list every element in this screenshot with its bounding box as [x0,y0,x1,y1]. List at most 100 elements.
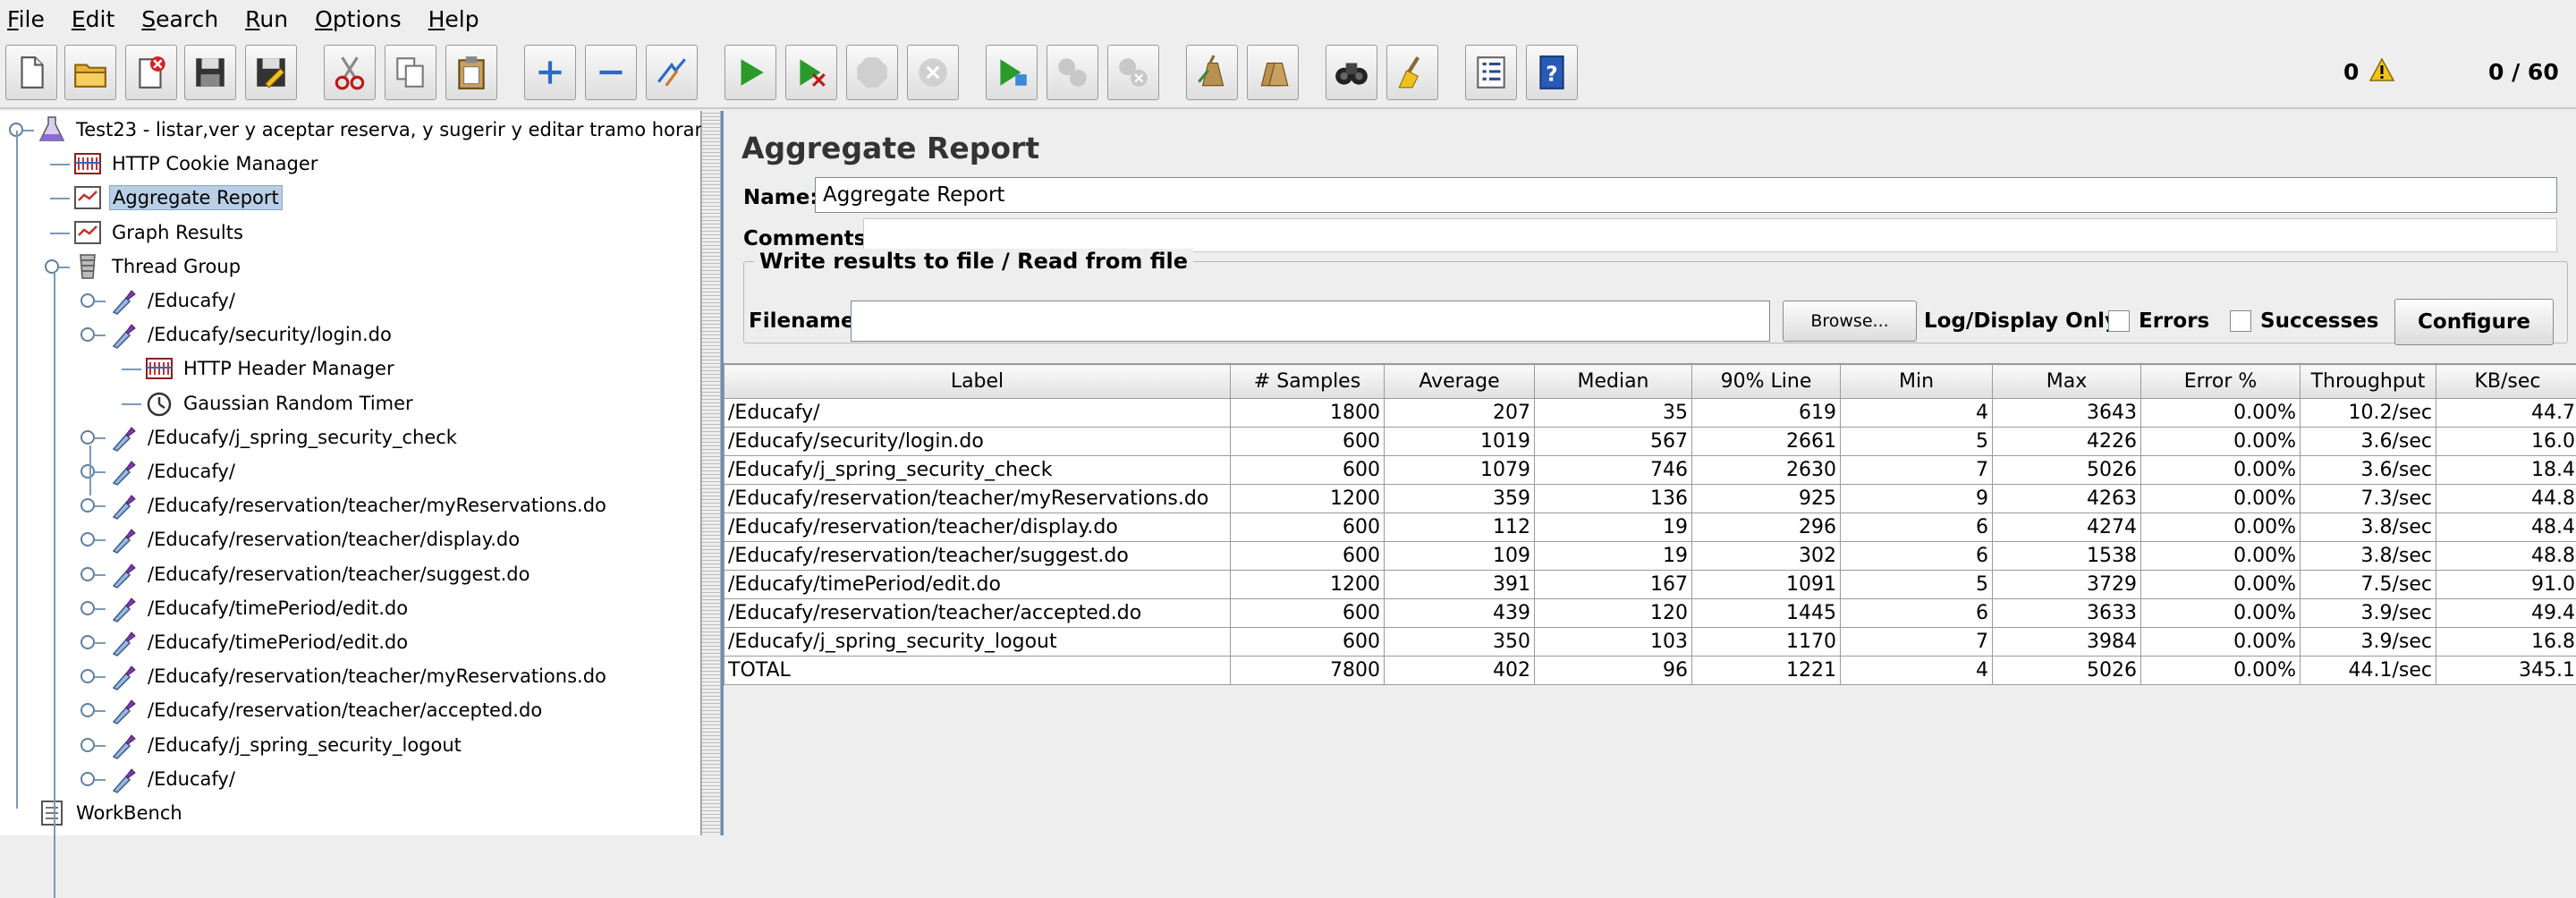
table-row[interactable]: /Educafy/reservation/teacher/display.do6… [724,513,2576,542]
collapse-all-button[interactable] [585,45,637,100]
menu-file[interactable]: File [5,3,47,36]
tree-node[interactable]: /Educafy/ [107,762,238,796]
open-button[interactable] [64,45,116,100]
tree-expand-handle[interactable] [80,601,95,615]
column-header[interactable]: Throughput [2301,365,2436,399]
filename-field[interactable] [851,301,1770,342]
table-row[interactable]: /Educafy/j_spring_security_check60010797… [724,456,2576,485]
table-row[interactable]: /Educafy/timePeriod/edit.do1200391167109… [724,571,2576,599]
save-as-button[interactable] [245,45,297,100]
tree-node[interactable]: /Educafy/timePeriod/edit.do [107,625,411,659]
column-header[interactable]: Max [1993,365,2141,399]
table-row[interactable]: /Educafy/security/login.do60010195672661… [724,428,2576,456]
tree-expand-handle[interactable] [80,327,95,342]
reset-search-button[interactable] [1386,45,1438,100]
tree-expand-handle[interactable] [80,567,95,581]
start-no-pauses-button[interactable] [785,45,837,100]
function-helper-icon [1472,54,1510,91]
cut-button[interactable] [324,45,376,100]
function-helper-button[interactable] [1465,45,1517,100]
tree-node[interactable]: /Educafy/ [107,454,238,488]
close-button[interactable] [125,45,177,100]
shutdown-button[interactable] [907,45,959,100]
column-header[interactable]: # Samples [1231,365,1385,399]
table-row[interactable]: /Educafy/reservation/teacher/accepted.do… [724,599,2576,628]
remote-stop-icon [1054,54,1091,91]
tree-node[interactable]: Thread Group [72,250,243,284]
browse-button[interactable]: Browse... [1783,301,1917,342]
stop-button[interactable] [846,45,898,100]
configure-button[interactable]: Configure [2394,299,2554,345]
tree-node[interactable]: WorkBench [36,796,185,830]
toggle-button[interactable] [646,45,698,100]
expand-all-button[interactable] [524,45,576,100]
tree-node[interactable]: /Educafy/j_spring_security_logout [107,728,464,762]
column-header[interactable]: Median [1535,365,1692,399]
remote-stop-button[interactable] [1046,45,1098,100]
menu-run[interactable]: Run [243,3,290,36]
comments-field[interactable] [863,218,2557,252]
tree-node[interactable]: /Educafy/reservation/teacher/myReservati… [107,659,609,693]
tree-expand-handle[interactable] [80,738,95,752]
column-header[interactable]: Min [1841,365,1993,399]
table-row[interactable]: /Educafy/reservation/teacher/myReservati… [724,485,2576,513]
help-button[interactable]: ? [1526,45,1578,100]
tree-node[interactable]: /Educafy/j_spring_security_check [107,420,460,454]
remote-start-button[interactable] [986,45,1038,100]
table-cell: 136 [1535,485,1692,513]
start-button[interactable] [724,45,776,100]
tree-expand-handle[interactable] [80,464,95,479]
table-row[interactable]: /Educafy/180020735619436430.00%10.2/sec4… [724,399,2576,428]
successes-checkbox[interactable] [2230,310,2251,332]
menu-search[interactable]: Search [140,3,220,36]
tree-node[interactable]: Gaussian Random Timer [143,386,416,420]
tree-node[interactable]: Test23 - listar,ver y aceptar reserva, y… [36,113,722,147]
menu-edit[interactable]: Edit [70,3,116,36]
menu-options[interactable]: Options [313,3,402,36]
tree-node[interactable]: /Educafy/reservation/teacher/myReservati… [107,488,609,522]
tree-expand-handle[interactable] [80,293,95,308]
new-button[interactable] [5,45,57,100]
table-cell: 0.00% [2141,599,2301,628]
remote-shutdown-button[interactable] [1107,45,1159,100]
column-header[interactable]: Label [724,365,1231,399]
tree-node[interactable]: HTTP Cookie Manager [72,147,320,181]
tree-node[interactable]: HTTP Header Manager [143,352,397,385]
tree-expand-handle[interactable] [80,669,95,683]
tree-expand-handle[interactable] [80,430,95,445]
tree-node[interactable]: /Educafy/reservation/teacher/display.do [107,522,522,556]
tree-node[interactable]: Graph Results [72,216,246,250]
column-header[interactable]: Error % [2141,365,2301,399]
table-row[interactable]: /Educafy/reservation/teacher/suggest.do6… [724,542,2576,571]
tree-node[interactable]: /Educafy/timePeriod/edit.do [107,591,411,625]
tree-expand-handle[interactable] [45,259,59,274]
copy-button[interactable] [385,45,436,100]
clear-all-button[interactable] [1247,45,1299,100]
paste-button[interactable] [445,45,497,100]
table-cell: 91.0 [2436,571,2576,599]
name-field[interactable] [815,177,2557,213]
menu-help[interactable]: Help [427,3,481,36]
table-total-row[interactable]: TOTAL7800402961221450260.00%44.1/sec345.… [724,657,2576,685]
column-header[interactable]: Average [1385,365,1535,399]
tree-expand-handle[interactable] [80,703,95,717]
search-button[interactable] [1326,45,1377,100]
clear-button[interactable] [1186,45,1238,100]
tree-expand-handle[interactable] [80,532,95,546]
errors-checkbox[interactable] [2108,310,2130,332]
split-pane-divider[interactable] [701,111,721,835]
tree-expand-handle[interactable] [80,772,95,786]
tree-expand-handle[interactable] [80,498,95,513]
tree-node[interactable]: Aggregate Report [72,181,283,215]
warning-icon[interactable] [2368,57,2395,82]
tree-expand-handle[interactable] [80,635,95,649]
save-button[interactable] [184,45,236,100]
tree-node[interactable]: /Educafy/ [107,284,238,318]
tree-node[interactable]: /Educafy/security/login.do [107,318,394,352]
column-header[interactable]: 90% Line [1692,365,1841,399]
tree-node[interactable]: /Educafy/reservation/teacher/accepted.do [107,693,545,727]
tree-node[interactable]: /Educafy/reservation/teacher/suggest.do [107,557,532,591]
table-row[interactable]: /Educafy/j_spring_security_logout6003501… [724,628,2576,657]
column-header[interactable]: KB/sec [2436,365,2576,399]
table-cell: 0.00% [2141,513,2301,542]
